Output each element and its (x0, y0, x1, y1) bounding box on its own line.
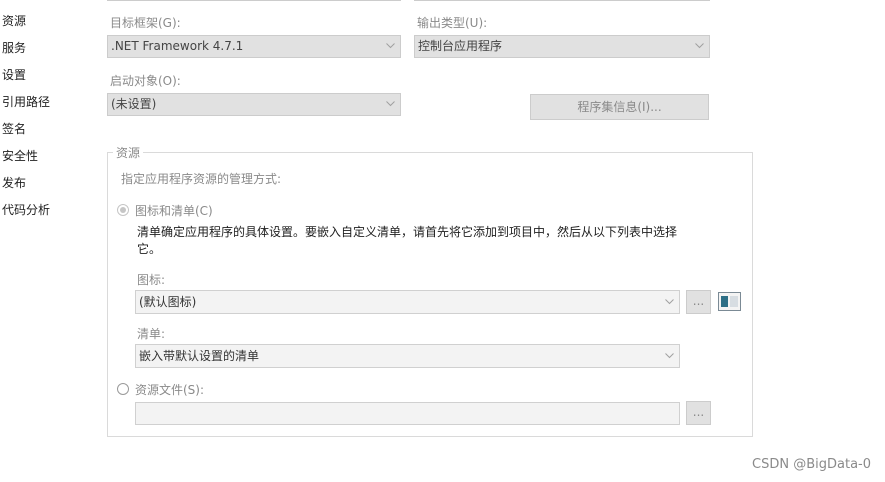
resource-file-browse-button[interactable]: ... (686, 401, 711, 425)
icon-label: 图标: (137, 273, 166, 287)
sidebar-item-signing[interactable]: 签名 (2, 120, 26, 137)
output-type-label: 输出类型(U): (417, 16, 488, 30)
sidebar-item-code-analysis[interactable]: 代码分析 (2, 201, 50, 218)
sidebar-item-publish[interactable]: 发布 (2, 174, 26, 191)
icon-manifest-radio-label: 图标和清单(C) (135, 204, 213, 218)
chevron-down-icon (386, 101, 395, 109)
manifest-select[interactable]: 嵌入带默认设置的清单 (135, 344, 680, 368)
output-type-select[interactable]: 控制台应用程序 (414, 35, 710, 58)
startup-object-value: (未设置) (111, 97, 157, 111)
sidebar-item-resources[interactable]: 资源 (2, 12, 26, 29)
startup-object-label: 启动对象(O): (110, 74, 181, 88)
top-edge-left (107, 0, 401, 1)
icon-preview (718, 292, 741, 311)
icon-select[interactable]: (默认图标) (135, 290, 680, 314)
manifest-value: 嵌入带默认设置的清单 (139, 349, 260, 363)
sidebar-item-services[interactable]: 服务 (2, 39, 26, 56)
output-type-value: 控制台应用程序 (418, 39, 503, 53)
chevron-down-icon (386, 43, 395, 51)
manifest-description: 清单确定应用程序的具体设置。要嵌入自定义清单，请首先将它添加到项目中，然后从以下… (137, 224, 697, 258)
icon-browse-button[interactable]: ... (686, 290, 711, 314)
manifest-description-line2: 它。 (137, 242, 162, 256)
manifest-description-line1: 清单确定应用程序的具体设置。要嵌入自定义清单，请首先将它添加到项目中，然后从以下… (137, 225, 678, 239)
assembly-info-button[interactable]: 程序集信息(I)... (530, 94, 709, 120)
target-framework-value: .NET Framework 4.7.1 (111, 39, 244, 53)
icon-value: (默认图标) (139, 295, 197, 309)
resources-instruction: 指定应用程序资源的管理方式: (121, 172, 282, 186)
icon-manifest-radio[interactable] (117, 204, 129, 216)
manifest-label: 清单: (137, 327, 166, 341)
chevron-down-icon (695, 43, 704, 51)
chevron-down-icon (665, 299, 674, 307)
chevron-down-icon (665, 353, 674, 361)
sidebar-item-reference-paths[interactable]: 引用路径 (2, 93, 50, 110)
resource-file-input[interactable] (135, 402, 680, 425)
startup-object-select[interactable]: (未设置) (107, 93, 401, 116)
sidebar-item-settings[interactable]: 设置 (2, 66, 26, 83)
target-framework-select[interactable]: .NET Framework 4.7.1 (107, 35, 401, 58)
sidebar-item-security[interactable]: 安全性 (2, 147, 38, 164)
top-edge-right (414, 0, 710, 1)
resources-group-title: 资源 (113, 144, 144, 161)
resource-file-radio-label: 资源文件(S): (135, 383, 205, 397)
resource-file-radio[interactable] (117, 383, 129, 395)
watermark: CSDN @BigData-0 (752, 457, 871, 472)
target-framework-label: 目标框架(G): (110, 16, 181, 30)
